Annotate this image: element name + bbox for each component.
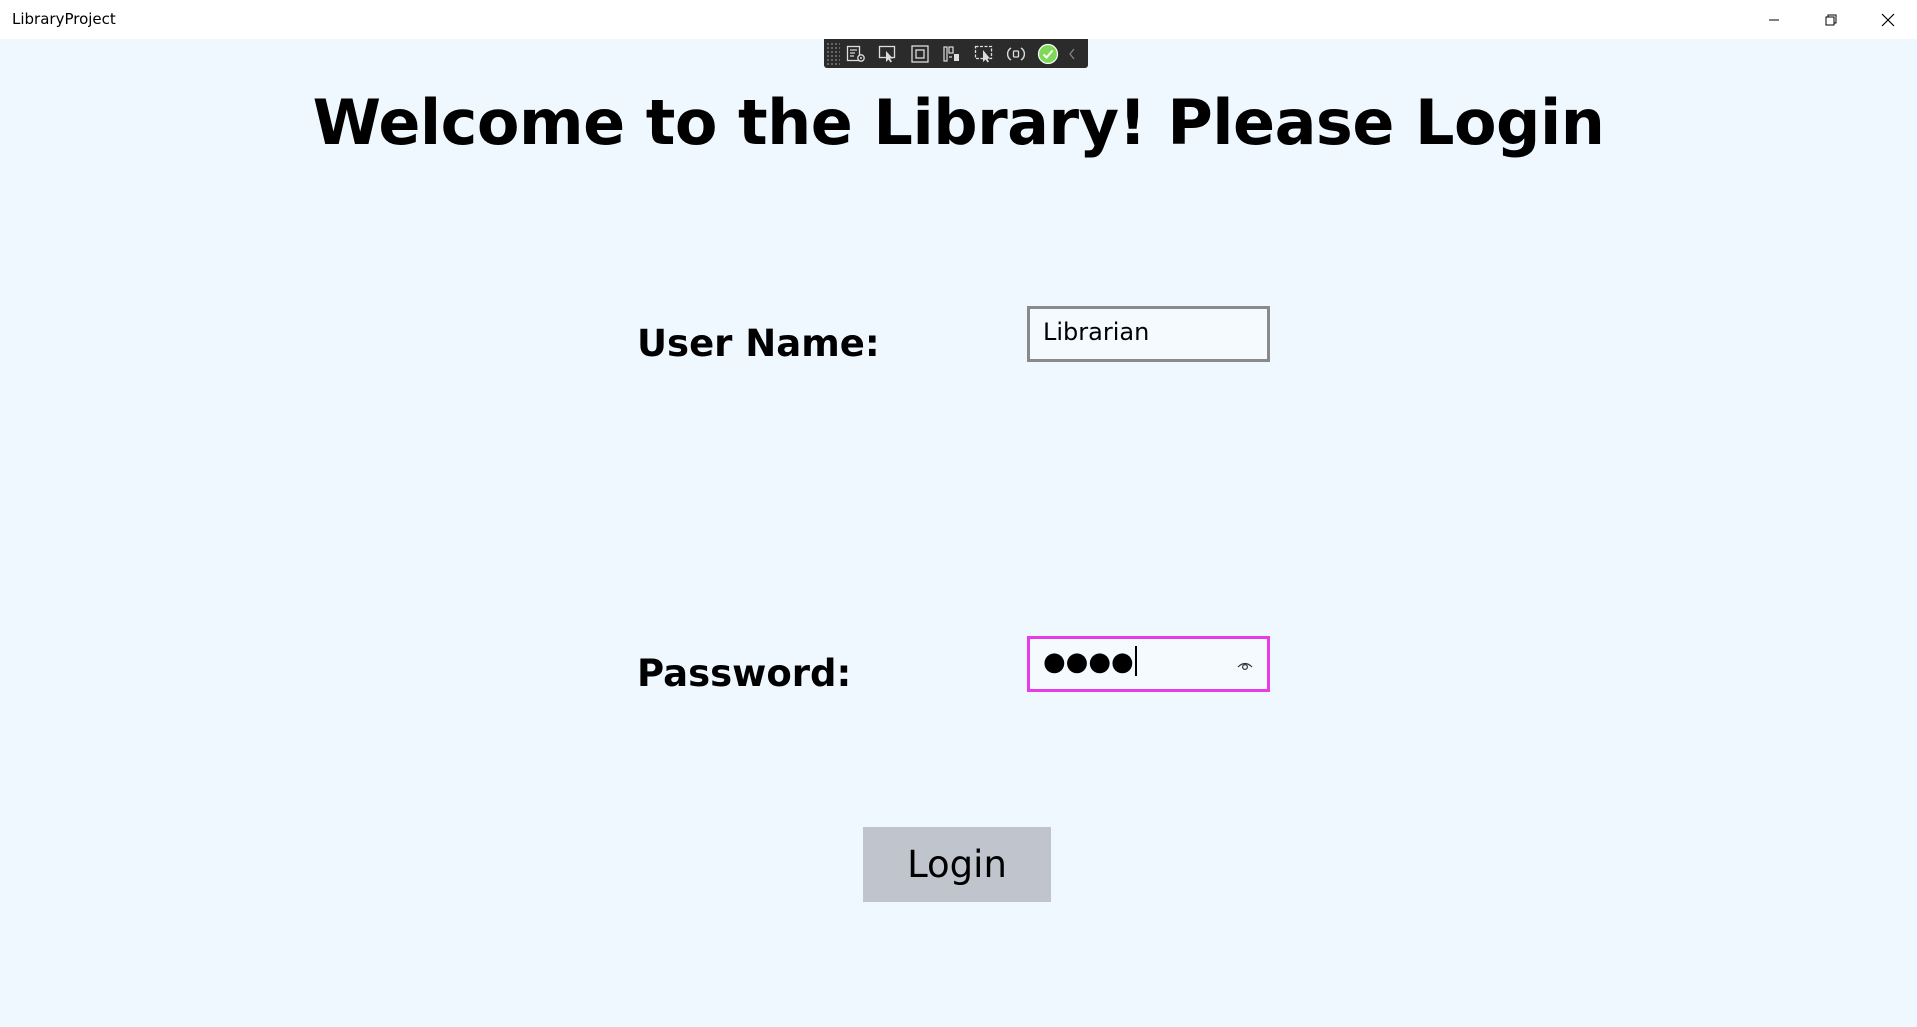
preview-selection-icon	[974, 45, 993, 62]
username-label: User Name:	[637, 322, 880, 365]
accessibility-check-button[interactable]	[1032, 39, 1064, 68]
select-element-icon	[878, 45, 896, 62]
preview-selection-button[interactable]	[968, 39, 1000, 68]
username-value: Librarian	[1043, 318, 1150, 346]
display-layout-adorners-button[interactable]	[904, 39, 936, 68]
password-masked-value: ●●●●	[1043, 645, 1137, 678]
accessibility-check-icon	[1037, 43, 1059, 64]
restore-icon	[1825, 14, 1837, 25]
username-input[interactable]: Librarian	[1027, 306, 1270, 362]
display-layout-adorners-icon	[911, 44, 929, 63]
binding-failures-icon	[1006, 46, 1026, 61]
collapse-toolbar-button[interactable]	[1064, 39, 1080, 68]
page-title: Welcome to the Library! Please Login	[312, 86, 1605, 159]
binding-failures-button[interactable]	[1000, 39, 1032, 68]
window-title: LibraryProject	[12, 10, 116, 28]
select-element-button[interactable]	[872, 39, 904, 68]
password-input[interactable]: ●●●●	[1027, 636, 1270, 692]
track-focus-button[interactable]	[936, 39, 968, 68]
minimize-icon	[1769, 19, 1779, 20]
password-label: Password:	[637, 652, 852, 695]
toolbar-grip[interactable]	[826, 41, 840, 66]
close-icon	[1881, 13, 1895, 26]
close-button[interactable]	[1860, 0, 1916, 39]
text-caret	[1134, 645, 1137, 676]
password-dots: ●●●●	[1043, 647, 1134, 677]
title-bar: LibraryProject	[0, 0, 1917, 39]
reveal-password-icon[interactable]	[1237, 659, 1253, 671]
login-button[interactable]: Login	[863, 827, 1051, 902]
track-focus-icon	[943, 45, 959, 62]
chevron-left-icon	[1069, 48, 1075, 59]
live-visual-tree-icon	[846, 45, 865, 62]
live-visual-tree-button[interactable]	[840, 39, 872, 68]
restore-button[interactable]	[1803, 0, 1859, 39]
xaml-debug-toolbar	[824, 39, 1088, 68]
minimize-button[interactable]	[1746, 0, 1802, 39]
